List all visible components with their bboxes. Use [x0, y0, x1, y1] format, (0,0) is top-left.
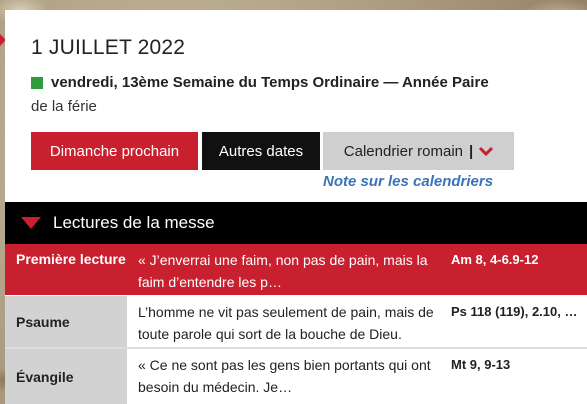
- calendrier-separator: |: [469, 142, 474, 160]
- reading-reference: Am 8, 4-6.9-12: [451, 252, 539, 267]
- reading-reference: Ps 118 (119), 2.10, …: [451, 304, 578, 319]
- triangle-down-icon: [21, 217, 41, 229]
- reading-text: « J’enverrai une faim, non pas de pain, …: [138, 252, 428, 290]
- reading-text: « Ce ne sont pas les gens bien portants …: [138, 357, 431, 395]
- note-calendriers-link[interactable]: Note sur les calendriers: [323, 173, 493, 190]
- calendrier-romain-dropdown[interactable]: Calendrier romain |: [323, 132, 514, 170]
- day-line-text: vendredi, 13ème Semaine du Temps Ordinai…: [51, 74, 489, 91]
- reading-row-psaume[interactable]: Psaume L’homme ne vit pas seulement de p…: [5, 296, 587, 349]
- liturgical-color-square-icon: [31, 76, 43, 89]
- dimanche-prochain-button[interactable]: Dimanche prochain: [31, 132, 198, 170]
- reading-label: Psaume: [5, 296, 127, 347]
- lectures-section-title: Lectures de la messe: [53, 213, 215, 232]
- page-title: 1 JUILLET 2022: [31, 36, 186, 59]
- reading-label: Première lecture: [16, 251, 126, 267]
- calendar-card: 1 JUILLET 2022 vendredi, 13ème Semaine d…: [5, 10, 587, 404]
- ferie-label: de la férie: [31, 98, 97, 115]
- reading-text: L’homme ne vit pas seulement de pain, ma…: [138, 304, 434, 342]
- reading-reference: Mt 9, 9-13: [451, 357, 511, 372]
- lectures-section-header[interactable]: Lectures de la messe: [5, 202, 587, 244]
- reading-row-premiere-lecture[interactable]: Première lecture « J’enverrai une faim, …: [5, 244, 587, 295]
- reading-label: Évangile: [5, 349, 127, 404]
- day-line: vendredi, 13ème Semaine du Temps Ordinai…: [31, 74, 489, 91]
- autres-dates-button[interactable]: Autres dates: [202, 132, 320, 170]
- calendrier-romain-label: Calendrier romain: [343, 142, 463, 160]
- reading-row-evangile[interactable]: Évangile « Ce ne sont pas les gens bien …: [5, 349, 587, 404]
- chevron-down-icon: [479, 146, 494, 156]
